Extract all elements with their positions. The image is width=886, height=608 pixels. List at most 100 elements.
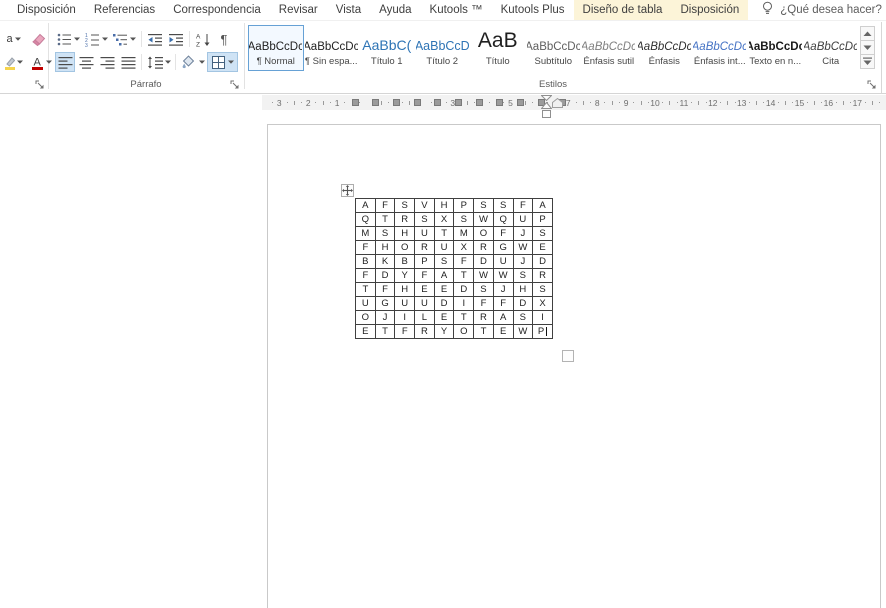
table-column-marker[interactable] [413, 99, 421, 106]
tab-8-diseno-de-tabla[interactable]: Diseño de tabla [573, 0, 672, 20]
tab-1-referencias[interactable]: Referencias [85, 0, 164, 20]
grid-cell[interactable]: H [433, 198, 455, 213]
grid-cell[interactable]: E [492, 324, 514, 339]
grid-cell[interactable]: H [374, 240, 396, 255]
align-center-button[interactable] [76, 52, 96, 72]
table-move-handle[interactable] [341, 184, 354, 197]
right-indent-marker[interactable] [552, 98, 563, 108]
style-cita[interactable]: AaBbCcDc Cita [803, 25, 859, 71]
grid-cell[interactable]: P [453, 198, 475, 213]
grid-cell[interactable]: S [512, 268, 534, 283]
grid-cell[interactable]: A [492, 310, 514, 325]
grid-cell[interactable]: O [355, 310, 376, 325]
grid-cell[interactable]: F [374, 198, 396, 213]
sort-button[interactable]: AZ [193, 29, 213, 49]
hanging-indent-marker[interactable] [541, 102, 552, 109]
styles-more-button[interactable] [860, 54, 875, 69]
grid-cell[interactable]: U [492, 254, 514, 269]
grid-cell[interactable]: S [394, 198, 416, 213]
grid-cell[interactable]: X [453, 240, 475, 255]
line-spacing-button[interactable] [145, 52, 172, 72]
grid-cell[interactable]: T [453, 268, 475, 283]
grid-cell[interactable]: P [532, 212, 553, 227]
grid-cell[interactable]: A [433, 268, 455, 283]
grid-cell[interactable]: W [473, 268, 494, 283]
numbering-button[interactable]: 123 [83, 29, 110, 49]
justify-button[interactable] [118, 52, 138, 72]
change-case-button[interactable]: a [0, 29, 27, 49]
tab-3-revisar[interactable]: Revisar [270, 0, 327, 20]
tab-6-kutools[interactable]: Kutools ™ [421, 0, 492, 20]
grid-cell[interactable]: D [433, 296, 455, 311]
style-enfasis-int[interactable]: AaBbCcDc Énfasis int... [692, 25, 748, 71]
styles-scroll-up-button[interactable] [860, 26, 875, 41]
grid-cell[interactable]: O [394, 240, 416, 255]
grid-cell[interactable]: S [512, 310, 534, 325]
grid-cell[interactable]: M [355, 226, 376, 241]
grid-cell[interactable]: J [512, 254, 534, 269]
clear-formatting-button[interactable] [28, 29, 48, 49]
left-indent-marker[interactable] [542, 110, 551, 118]
bullets-button[interactable] [55, 29, 82, 49]
grid-cell[interactable]: U [414, 226, 435, 241]
table-resize-handle[interactable] [562, 350, 574, 362]
grid-cell[interactable]: T [355, 282, 376, 297]
style-texto-en-n[interactable]: AaBbCcDc Texto en n... [748, 25, 804, 71]
grid-cell[interactable]: W [512, 240, 534, 255]
grid-cell[interactable]: R [473, 240, 494, 255]
grid-cell[interactable]: F [512, 198, 534, 213]
tab-9-disposicion[interactable]: Disposición [671, 0, 749, 20]
grid-cell[interactable]: S [532, 282, 553, 297]
grid-cell[interactable]: U [355, 296, 376, 311]
grid-cell[interactable]: R [394, 212, 416, 227]
grid-cell[interactable]: F [414, 268, 435, 283]
grid-cell[interactable]: F [355, 268, 376, 283]
grid-cell[interactable]: Q [492, 212, 514, 227]
grid-cell[interactable]: W [492, 268, 514, 283]
grid-cell[interactable]: D [453, 282, 475, 297]
tell-me[interactable]: ¿Qué desea hacer? [762, 0, 882, 20]
first-line-indent-marker[interactable] [541, 95, 552, 101]
highlight-color-button[interactable] [0, 52, 27, 72]
grid-cell[interactable]: T [374, 212, 396, 227]
grid-cell[interactable]: F [374, 282, 396, 297]
tab-2-correspondencia[interactable]: Correspondencia [164, 0, 270, 20]
style-subtitulo[interactable]: AaBbCcDc Subtítulo [526, 25, 582, 71]
table-column-marker[interactable] [372, 99, 380, 106]
grid-cell[interactable]: O [453, 324, 475, 339]
grid-cell[interactable]: P [414, 254, 435, 269]
grid-cell[interactable]: U [394, 296, 416, 311]
grid-cell[interactable]: H [394, 282, 416, 297]
grid-cell[interactable]: O [473, 226, 494, 241]
grid-cell[interactable]: D [532, 254, 553, 269]
align-left-button[interactable] [55, 52, 75, 72]
tab-0-disposicion[interactable]: Disposición [8, 0, 85, 20]
multilevel-list-button[interactable] [111, 29, 138, 49]
grid-cell[interactable]: L [414, 310, 435, 325]
decrease-indent-button[interactable] [145, 29, 165, 49]
grid-cell[interactable]: G [374, 296, 396, 311]
grid-cell[interactable]: F [453, 254, 475, 269]
grid-cell[interactable]: U [433, 240, 455, 255]
grid-cell[interactable]: U [414, 296, 435, 311]
grid-cell[interactable]: B [355, 254, 376, 269]
grid-cell[interactable]: S [374, 226, 396, 241]
grid-cell[interactable]: A [355, 198, 376, 213]
grid-cell[interactable]: F [492, 296, 514, 311]
grid-cell[interactable]: F [492, 226, 514, 241]
table-column-marker[interactable] [434, 99, 442, 106]
grid-cell[interactable]: I [453, 296, 475, 311]
grid-cell[interactable]: T [453, 310, 475, 325]
grid-cell[interactable]: F [394, 324, 416, 339]
grid-cell[interactable]: E [433, 282, 455, 297]
grid-cell[interactable]: F [473, 296, 494, 311]
grid-cell[interactable]: J [374, 310, 396, 325]
document-page[interactable] [267, 124, 881, 608]
grid-cell[interactable]: X [532, 296, 553, 311]
grid-cell[interactable]: S [453, 212, 475, 227]
font-dialog-launcher[interactable] [34, 79, 45, 90]
grid-cell[interactable]: X [433, 212, 455, 227]
grid-cell[interactable]: P [532, 324, 553, 339]
increase-indent-button[interactable] [166, 29, 186, 49]
grid-cell[interactable]: I [394, 310, 416, 325]
